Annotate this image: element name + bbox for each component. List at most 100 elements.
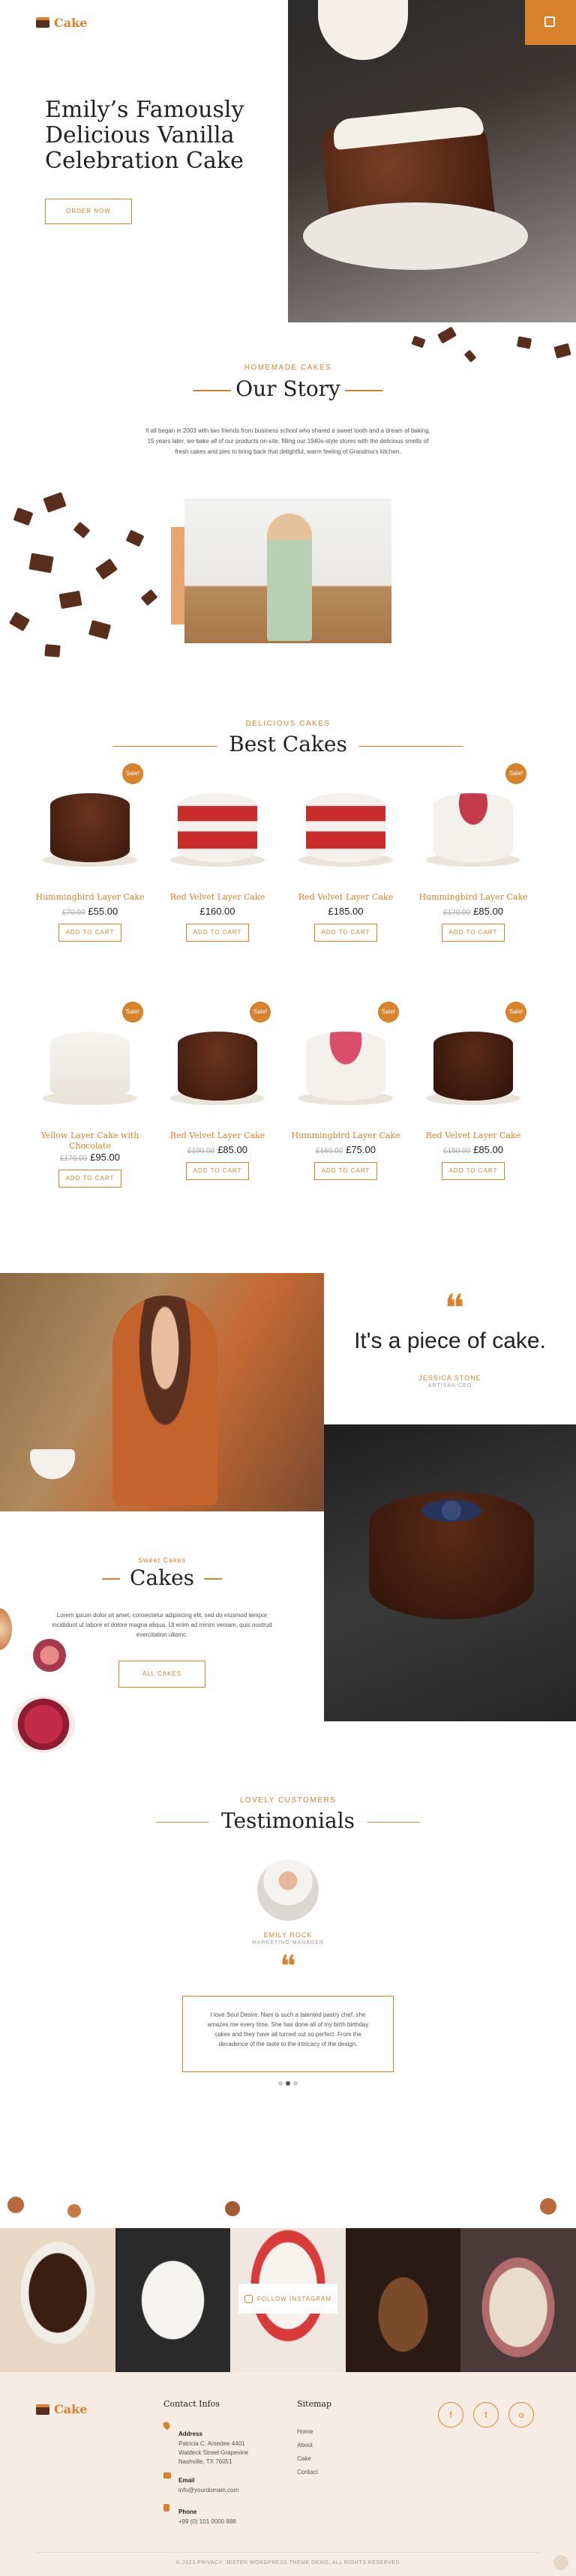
- cake-image[interactable]: [50, 1032, 130, 1101]
- product-price: £185.00: [290, 906, 402, 917]
- current-price: £55.00: [88, 906, 118, 917]
- sitemap-link-contact[interactable]: Contact: [297, 2468, 318, 2477]
- carousel-dot[interactable]: [293, 2081, 298, 2086]
- chocolate-crumb: [436, 326, 458, 344]
- cake-image[interactable]: [434, 793, 513, 862]
- product-name[interactable]: Yellow Layer Cake with Chocolate: [34, 1131, 146, 1152]
- current-price: £160.00: [200, 906, 236, 917]
- testimonial-role: MARKETING MANAGER: [252, 1940, 324, 1945]
- product-name[interactable]: Red Velvet Layer Cake: [417, 1131, 530, 1141]
- cake-image[interactable]: [178, 793, 257, 862]
- product-card[interactable]: Sale! Red Velvet Layer Cake £150.00 £85.00 A…: [417, 1002, 530, 1227]
- carousel-dot[interactable]: [278, 2081, 283, 2086]
- sweet-kicker: Sweet Cakes: [137, 1556, 187, 1564]
- chocolate-crumb: [411, 335, 426, 349]
- instagram-photo[interactable]: [0, 2228, 116, 2372]
- story-kicker: HOMEMADE CAKES: [244, 364, 332, 372]
- product-name[interactable]: Hummingbird Layer Cake: [34, 892, 146, 903]
- order-now-button[interactable]: ORDER NOW: [45, 199, 132, 224]
- old-price: £150.00: [443, 1147, 471, 1155]
- add-to-cart-button[interactable]: ADD TO CART: [186, 1162, 249, 1180]
- sitemap-link-cake[interactable]: Cake: [297, 2455, 311, 2464]
- woman-eating-photo: [0, 1273, 324, 1511]
- logo[interactable]: Cake: [36, 15, 87, 30]
- cake-image[interactable]: [306, 1032, 386, 1101]
- email-icon: [164, 2473, 171, 2479]
- product-price: £160.00 £75.00: [290, 1144, 402, 1155]
- testimonials-title: Testimonials: [220, 1808, 356, 1833]
- sitemap-link-home[interactable]: Home: [297, 2428, 313, 2437]
- old-price: £70.00: [62, 909, 86, 917]
- sitemap-link-about[interactable]: About: [297, 2441, 313, 2450]
- cake-image[interactable]: [178, 1032, 257, 1101]
- cake-logo-icon: [36, 17, 50, 28]
- add-to-cart-button[interactable]: ADD TO CART: [58, 924, 122, 942]
- carousel-dot-active[interactable]: [286, 2081, 290, 2086]
- add-to-cart-button[interactable]: ADD TO CART: [58, 1170, 122, 1188]
- footer-logo[interactable]: Cake: [36, 2402, 87, 2416]
- product-card[interactable]: Sale! Hummingbird Layer Cake £170.00 £85.00…: [417, 763, 530, 988]
- current-price: £95.00: [90, 1152, 120, 1163]
- best-kicker: DELICIOUS CAKES: [245, 720, 331, 728]
- add-to-cart-button[interactable]: ADD TO CART: [442, 924, 505, 942]
- plate: [303, 202, 528, 270]
- phone-label: Phone: [178, 2509, 197, 2515]
- product-name[interactable]: Hummingbird Layer Cake: [417, 892, 530, 903]
- cake-image[interactable]: [306, 793, 386, 862]
- footer: Cake Contact Infos Address Patricia C. A…: [0, 2372, 576, 2576]
- testimonial-name: EMILY ROCK: [263, 1931, 313, 1939]
- testimonial-card: I love Soul Desire. Nani is such a talen…: [182, 1996, 394, 2072]
- cake-image[interactable]: [50, 793, 130, 862]
- email-link[interactable]: info@yourdomain.com: [178, 2486, 238, 2495]
- footer-brand: Cake: [54, 2402, 88, 2416]
- product-name[interactable]: Red Velvet Layer Cake: [161, 892, 274, 903]
- add-to-cart-button[interactable]: ADD TO CART: [314, 1162, 377, 1180]
- divider: [358, 746, 464, 747]
- story-text: It all began in 2003 with two friends fr…: [146, 427, 430, 455]
- instagram-photo[interactable]: [345, 2228, 461, 2372]
- product-price: £190.00 £85.00: [161, 1144, 274, 1155]
- all-cakes-button[interactable]: ALL CAKES: [118, 1661, 206, 1688]
- product-card[interactable]: Sale! Hummingbird Layer Cake £70.00 £55.00 A…: [34, 763, 146, 988]
- cake-top: [318, 0, 408, 60]
- sitemap-title: Sitemap: [297, 2399, 332, 2409]
- instagram-photo[interactable]: [115, 2228, 231, 2372]
- cake-image[interactable]: [434, 1032, 513, 1101]
- product-card[interactable]: Red Velvet Layer Cake £160.00 ADD TO CART: [161, 763, 274, 988]
- cake-logo-icon: [36, 2404, 50, 2415]
- product-card[interactable]: Sale! Hummingbird Layer Cake £160.00 £75.00…: [290, 1002, 402, 1227]
- facebook-icon[interactable]: f: [438, 2402, 464, 2428]
- product-card[interactable]: Sale! Yellow Layer Cake with Chocolate £17…: [34, 1002, 146, 1227]
- old-price: £170.00: [443, 909, 471, 917]
- product-price: £70.00 £55.00: [34, 906, 146, 917]
- add-to-cart-button[interactable]: ADD TO CART: [442, 1162, 505, 1180]
- divider: [368, 1822, 420, 1823]
- product-card[interactable]: Sale! Red Velvet Layer Cake £190.00 £85.00 A…: [161, 1002, 274, 1227]
- nuts-decoration: [0, 2189, 576, 2228]
- follow-instagram-button[interactable]: FOLLOW INSTAGRAM: [238, 2284, 338, 2314]
- quote-author: JESSICA STONE: [418, 1374, 482, 1382]
- scroll-to-top-button[interactable]: [554, 2555, 568, 2570]
- add-to-cart-button[interactable]: ADD TO CART: [314, 924, 377, 942]
- chocolate-crumb: [464, 349, 477, 363]
- address-label: Address: [178, 2431, 203, 2437]
- current-price: £185.00: [328, 906, 364, 917]
- product-name[interactable]: Red Velvet Layer Cake: [290, 892, 402, 903]
- chocolate-crumb: [554, 343, 572, 359]
- instagram-icon[interactable]: o: [508, 2402, 534, 2428]
- coffee-cup: [30, 1449, 75, 1479]
- quote-mark-icon: ❝: [280, 1949, 296, 1984]
- location-icon: [161, 2420, 172, 2431]
- twitter-icon[interactable]: t: [473, 2402, 499, 2428]
- chocolate-splash: [0, 480, 172, 682]
- add-to-cart-button[interactable]: ADD TO CART: [186, 924, 249, 942]
- product-name[interactable]: Hummingbird Layer Cake: [290, 1131, 402, 1141]
- hamburger-icon[interactable]: [270, 15, 288, 28]
- instagram-photo[interactable]: [460, 2228, 576, 2372]
- product-name[interactable]: Red Velvet Layer Cake: [161, 1131, 274, 1141]
- product-card[interactable]: Red Velvet Layer Cake £185.00 ADD TO CART: [290, 763, 402, 988]
- cart-icon[interactable]: [525, 0, 576, 45]
- sale-badge: Sale!: [506, 763, 526, 784]
- phone-link[interactable]: +99 (0) 101 0000 888: [178, 2518, 236, 2527]
- brand-name: Cake: [54, 15, 88, 30]
